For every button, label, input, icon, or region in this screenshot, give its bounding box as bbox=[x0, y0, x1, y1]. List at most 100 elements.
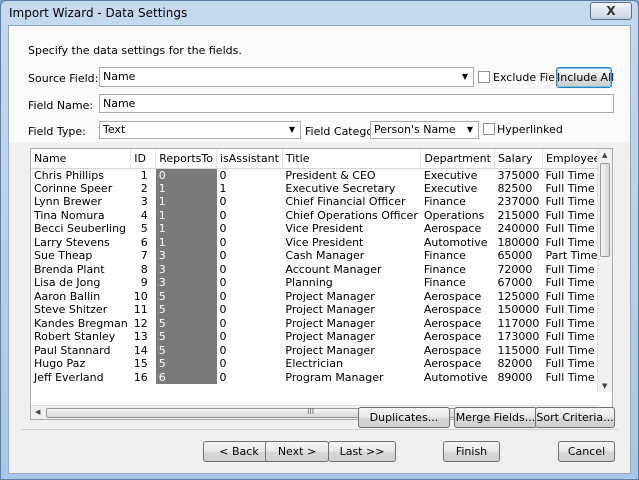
scroll-grip: III bbox=[307, 407, 315, 416]
column-header[interactable]: Name bbox=[31, 149, 132, 169]
intro-text: Specify the data settings for the fields… bbox=[28, 44, 242, 57]
field-name-label: Field Name: bbox=[28, 99, 94, 112]
close-icon: X bbox=[606, 4, 616, 18]
table-cell: 0 bbox=[219, 168, 227, 182]
table-cell: 1 bbox=[140, 168, 148, 182]
table-row[interactable]: Steve Shitzer 11 5 0 Project Manager Aerospac… bbox=[31, 303, 612, 317]
field-category-value: Person's Name bbox=[374, 123, 456, 136]
table-cell: Executive Secretary bbox=[285, 181, 396, 195]
exclude-field-label: Exclude Field bbox=[493, 71, 565, 84]
table-cell: 0 bbox=[219, 303, 227, 317]
column-header[interactable]: isAssistant bbox=[216, 149, 283, 169]
field-name-input[interactable]: Name bbox=[99, 94, 614, 113]
duplicates-button[interactable]: Duplicates... bbox=[358, 407, 450, 428]
table-cell: Aerospace bbox=[423, 222, 482, 236]
merge-fields-button[interactable]: Merge Fields... bbox=[454, 407, 537, 428]
table-cell: 67000 bbox=[497, 276, 533, 290]
table-cell: 8 bbox=[140, 262, 148, 276]
import-wizard-window: Import Wizard - Data Settings X Specify … bbox=[0, 0, 639, 480]
table-cell: 0 bbox=[219, 249, 227, 263]
table-row[interactable]: Chris Phillips 1 0 0 President & CEO Executiv… bbox=[31, 168, 612, 182]
table-cell: Project Manager bbox=[285, 343, 375, 357]
table-row[interactable]: Corinne Speer 2 1 1 Executive Secretary Execu… bbox=[31, 181, 612, 195]
window-title: Import Wizard - Data Settings bbox=[9, 6, 188, 20]
finish-button[interactable]: Finish bbox=[443, 441, 500, 462]
data-preview-grid[interactable]: Name ID ReportsTo isAssistant Title Departmen… bbox=[30, 148, 613, 420]
field-category-combo[interactable]: Person's Name ▼ bbox=[370, 121, 479, 139]
table-cell: 11 bbox=[133, 303, 148, 317]
scroll-left-arrow-icon[interactable]: ◀ bbox=[35, 408, 40, 416]
table-cell: 0 bbox=[219, 276, 227, 290]
separator-line bbox=[21, 429, 618, 430]
table-row[interactable]: Paul Stannard 14 5 0 Project Manager Aerospac… bbox=[31, 343, 612, 357]
table-cell: 1 bbox=[155, 222, 217, 236]
table-cell: Corinne Speer bbox=[34, 181, 113, 195]
table-row[interactable]: Becci Seuberling 5 1 0 Vice President Aerospa… bbox=[31, 222, 612, 236]
table-row[interactable]: Hugo Paz 15 5 0 Electrician Aerospace 82000 Ful… bbox=[31, 357, 612, 371]
table-row[interactable]: Larry Stevens 6 1 0 Vice President Automotive… bbox=[31, 235, 612, 249]
table-cell: 12 bbox=[133, 316, 148, 330]
table-cell: Chief Financial Officer bbox=[285, 195, 406, 209]
table-cell: 5 bbox=[155, 343, 217, 357]
table-cell: 117000 bbox=[497, 316, 540, 330]
table-cell: 0 bbox=[155, 168, 217, 182]
table-cell: Aerospace bbox=[423, 316, 482, 330]
table-row[interactable]: Sue Theap 7 3 0 Cash Manager Finance 65000 Part… bbox=[31, 249, 612, 263]
table-cell: 1 bbox=[155, 235, 217, 249]
table-cell: 0 bbox=[219, 357, 227, 371]
table-cell: 0 bbox=[219, 316, 227, 330]
table-cell: 215000 bbox=[497, 208, 540, 222]
table-cell: 2 bbox=[140, 181, 148, 195]
scroll-down-arrow-icon[interactable]: ▼ bbox=[602, 382, 607, 390]
include-all-button[interactable]: Include All bbox=[556, 67, 614, 88]
table-cell: 5 bbox=[155, 316, 217, 330]
field-type-combo[interactable]: Text ▼ bbox=[99, 121, 301, 139]
sort-criteria-button[interactable]: Sort Criteria... bbox=[535, 407, 615, 428]
table-cell: 6 bbox=[140, 235, 148, 249]
table-cell: 7 bbox=[140, 249, 148, 263]
table-cell: Aerospace bbox=[423, 357, 482, 371]
cancel-button[interactable]: Cancel bbox=[558, 441, 615, 462]
table-row[interactable]: Robert Stanley 13 5 0 Project Manager Aerospa… bbox=[31, 330, 612, 344]
table-cell: 173000 bbox=[497, 330, 540, 344]
table-cell: 150000 bbox=[497, 303, 540, 317]
hyperlinked-checkbox[interactable] bbox=[483, 123, 495, 135]
table-row[interactable]: Lynn Brewer 3 1 0 Chief Financial Officer Fin… bbox=[31, 195, 612, 209]
table-cell: 72000 bbox=[497, 262, 533, 276]
table-row[interactable]: Lisa de Jong 9 3 0 Planning Finance 67000 Full … bbox=[31, 276, 612, 290]
table-cell: Finance bbox=[423, 195, 466, 209]
next-button[interactable]: Next > bbox=[265, 441, 329, 462]
data-table: Name ID ReportsTo isAssistant Title Departmen… bbox=[31, 149, 612, 384]
column-header[interactable]: Title bbox=[282, 149, 422, 169]
table-cell: Project Manager bbox=[285, 303, 375, 317]
table-cell: Sue Theap bbox=[34, 249, 93, 263]
column-header[interactable]: ReportsTo bbox=[155, 149, 217, 169]
last-button[interactable]: Last >> bbox=[328, 441, 396, 462]
table-cell: 6 bbox=[155, 370, 217, 384]
vertical-scrollbar[interactable]: ▲ ▼ bbox=[597, 149, 612, 392]
table-cell: 5 bbox=[155, 303, 217, 317]
header-row: Name ID ReportsTo isAssistant Title Departmen… bbox=[31, 149, 612, 169]
table-cell: 1 bbox=[219, 181, 227, 195]
table-cell: 1 bbox=[155, 195, 217, 209]
table-cell: 1 bbox=[155, 208, 217, 222]
table-row[interactable]: Kandes Bregman 12 5 0 Project Manager Aerospa… bbox=[31, 316, 612, 330]
table-cell: 0 bbox=[219, 343, 227, 357]
table-row[interactable]: Aaron Ballin 10 5 0 Project Manager Aerospace… bbox=[31, 289, 612, 303]
source-field-combo[interactable]: Name ▼ bbox=[99, 67, 474, 87]
table-cell: 13 bbox=[133, 330, 148, 344]
vertical-scroll-thumb[interactable] bbox=[600, 163, 610, 257]
column-header[interactable]: Department bbox=[420, 149, 495, 169]
table-cell: Aaron Ballin bbox=[34, 289, 101, 303]
column-header[interactable]: ID bbox=[130, 149, 157, 169]
close-button[interactable]: X bbox=[590, 2, 632, 20]
column-header[interactable]: Salary bbox=[494, 149, 543, 169]
table-row[interactable]: Brenda Plant 8 3 0 Account Manager Finance 720… bbox=[31, 262, 612, 276]
scroll-up-arrow-icon[interactable]: ▲ bbox=[602, 151, 607, 159]
table-row[interactable]: Jeff Everland 16 6 0 Program Manager Automoti… bbox=[31, 370, 612, 384]
exclude-field-checkbox[interactable] bbox=[478, 71, 490, 83]
table-row[interactable]: Tina Nomura 4 1 0 Chief Operations Officer Op… bbox=[31, 208, 612, 222]
title-bar[interactable]: Import Wizard - Data Settings X bbox=[1, 1, 638, 25]
chevron-down-icon: ▼ bbox=[288, 125, 296, 134]
chevron-down-icon: ▼ bbox=[461, 72, 469, 81]
